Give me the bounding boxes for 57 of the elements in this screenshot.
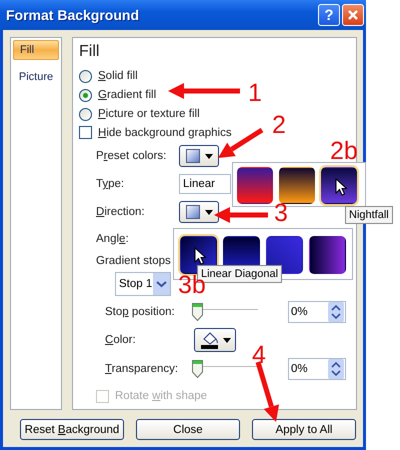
pointer-icon [194,247,206,265]
percent-spinner[interactable]: 0% [288,358,346,380]
gradient-swatch-icon [186,205,200,220]
annotation-number: 1 [248,80,262,106]
field-label: Color: [105,334,137,346]
gradient-swatch-icon [186,149,200,164]
radio-button[interactable] [79,88,92,102]
radio-label: Gradient fill [98,89,156,102]
annotation-number: 2 [272,112,286,138]
gradient-swatch[interactable] [237,167,273,204]
field-label: Transparency: [105,362,180,375]
sidebar-item[interactable]: Fill [13,40,59,60]
spin-arrows-icon [328,302,344,322]
radio-label: Picture or texture fill [98,108,200,120]
window-title: Format Background [6,7,140,23]
gradient-swatch[interactable] [279,167,315,204]
dialog-button[interactable]: Close [136,419,240,440]
radio-label: Solid fill [98,70,138,82]
color-dropdown[interactable] [194,328,236,352]
caret-icon [222,338,230,343]
caret-icon [204,210,212,215]
checkbox-label: Rotate with shape [115,390,208,402]
caret-icon [204,154,212,159]
checkbox-label: Hide background graphics [98,126,232,139]
dialog-button[interactable]: Reset Background [20,419,124,440]
radio-button[interactable] [79,70,92,83]
type-field[interactable]: Linear [179,174,231,194]
percent-spinner[interactable]: 0% [288,301,346,323]
slider-thumb[interactable] [192,360,203,378]
gradient-swatch[interactable] [321,167,357,204]
annotation-number: 2b [330,138,358,164]
section-heading: Fill [79,43,100,62]
field-label: Angle: [96,232,130,245]
annotation-number: 4 [252,342,266,368]
field-label: Type: [96,178,126,190]
direction-dropdown[interactable] [179,201,219,224]
gradient-swatch[interactable] [309,236,346,274]
stop-dropdown[interactable]: Stop 1 [115,272,171,296]
tooltip: Nightfall [345,206,393,224]
field-label: Stop position: [105,306,176,318]
pointer-icon [335,178,347,196]
paint-bucket-icon [200,331,220,350]
preset-colors-dropdown[interactable] [179,145,219,168]
field-label: Preset colors: [96,150,168,162]
radio-button[interactable] [79,108,92,121]
dialog-button[interactable]: Apply to All [252,419,356,440]
chevron-icon [153,272,170,295]
checkbox[interactable] [79,126,92,140]
spin-arrows-icon [328,358,344,379]
slider-thumb[interactable] [192,303,203,321]
help-button[interactable]: ? [318,4,340,26]
close-icon [347,9,359,21]
annotation-number: 3 [274,200,288,226]
sidebar-item[interactable]: Picture [13,68,59,88]
field-label: Gradient stops [96,254,172,267]
close-button[interactable] [342,4,364,26]
field-label: Direction: [96,206,146,218]
